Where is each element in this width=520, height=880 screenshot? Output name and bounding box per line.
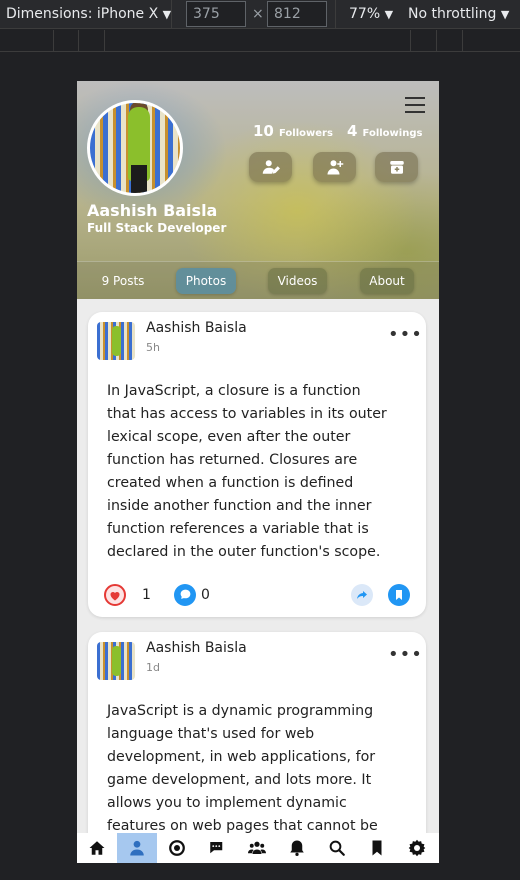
home-icon	[89, 841, 105, 855]
post-line: language that's used for web	[107, 726, 315, 742]
bookmark-icon[interactable]	[388, 584, 410, 606]
width-input[interactable]: 375	[186, 1, 246, 27]
post-line: game development, and lots more. It	[107, 772, 372, 788]
post-author[interactable]: Aashish Baisla	[146, 320, 247, 336]
tab-posts[interactable]: 9 Posts	[97, 268, 149, 294]
post-line: features on web pages that cannot be	[107, 818, 378, 833]
followers-stat[interactable]: 10 Followers	[253, 121, 333, 140]
like-count: 1	[142, 587, 151, 603]
avatar[interactable]	[87, 100, 183, 196]
chevron-down-icon: ▼	[500, 8, 510, 21]
tab-videos[interactable]: Videos	[268, 268, 327, 294]
user-icon	[130, 840, 144, 856]
post-time: 5h	[146, 341, 160, 354]
post-line: In JavaScript, a closure is a function	[107, 383, 361, 399]
throttle-label: No throttling	[408, 6, 497, 22]
explore-icon	[169, 840, 185, 856]
user-plus-icon	[327, 160, 343, 175]
post-actions: 1 0	[104, 584, 410, 608]
archive-icon	[389, 161, 404, 174]
post-feed[interactable]: Aashish Baisla 5h ••• In JavaScript, a c…	[77, 299, 439, 833]
post-avatar[interactable]	[97, 642, 135, 680]
followings-count: 4	[347, 122, 358, 140]
nav-profile[interactable]	[117, 833, 157, 863]
comment-count: 0	[201, 587, 210, 603]
archive-button[interactable]	[375, 152, 418, 182]
tab-photos[interactable]: Photos	[176, 268, 236, 294]
tab-about[interactable]: About	[360, 268, 414, 294]
post-body: In JavaScript, a closure is a function t…	[107, 380, 415, 564]
bell-icon	[290, 840, 304, 857]
profile-role: Full Stack Developer	[87, 221, 227, 235]
bottom-nav	[77, 833, 439, 863]
post-line: development, in web applications, for	[107, 749, 376, 765]
bookmark-icon	[372, 840, 382, 856]
height-input[interactable]: 812	[267, 1, 327, 27]
nav-groups[interactable]	[237, 833, 277, 863]
post-line: allows you to implement dynamic	[107, 795, 347, 811]
post-line: declared in the outer function's scope.	[107, 544, 381, 560]
post-line: function has returned. Closures are	[107, 452, 358, 468]
nav-settings[interactable]	[397, 833, 437, 863]
nav-home[interactable]	[77, 833, 117, 863]
post-time: 1d	[146, 661, 160, 674]
chat-icon	[210, 842, 223, 854]
post-line: function references a variable that is	[107, 521, 369, 537]
devtools-toolbar: Dimensions: iPhone X ▼ 375 × 812 77% ▼ N…	[0, 0, 520, 29]
followings-label: Followings	[362, 128, 423, 139]
device-label: Dimensions: iPhone X	[6, 6, 159, 22]
chevron-down-icon: ▼	[162, 8, 172, 21]
followings-stat[interactable]: 4 Followings	[347, 121, 422, 140]
more-options-icon[interactable]: •••	[388, 644, 423, 665]
post-line: that has access to variables in its oute…	[107, 406, 387, 422]
followers-count: 10	[253, 122, 274, 140]
post-card: Aashish Baisla 5h ••• In JavaScript, a c…	[88, 312, 426, 617]
zoom-select[interactable]: 77% ▼	[349, 0, 393, 29]
nav-notifications[interactable]	[277, 833, 317, 863]
user-edit-icon	[262, 160, 280, 174]
add-friend-button[interactable]	[313, 152, 356, 182]
nav-explore[interactable]	[157, 833, 197, 863]
post-card: Aashish Baisla 1d ••• JavaScript is a dy…	[88, 632, 426, 833]
times-sign: ×	[252, 6, 264, 22]
chevron-down-icon: ▼	[384, 8, 394, 21]
nav-messages[interactable]	[197, 833, 237, 863]
post-author[interactable]: Aashish Baisla	[146, 640, 247, 656]
post-line: created when a function is defined	[107, 475, 354, 491]
post-body: JavaScript is a dynamic programming lang…	[107, 700, 415, 833]
device-select[interactable]: Dimensions: iPhone X ▼	[6, 0, 171, 29]
search-icon	[329, 840, 345, 856]
post-line: inside another function and the inner	[107, 498, 372, 514]
more-options-icon[interactable]: •••	[388, 324, 423, 345]
settings-icon	[408, 839, 426, 857]
group-icon	[248, 841, 266, 854]
throttle-select[interactable]: No throttling ▼	[408, 0, 509, 29]
profile-name: Aashish Baisla	[87, 201, 218, 220]
share-icon[interactable]	[351, 584, 373, 606]
followers-label: Followers	[278, 128, 333, 139]
edit-profile-button[interactable]	[249, 152, 292, 182]
post-line: JavaScript is a dynamic programming	[107, 703, 374, 719]
phone-viewport: Aashish Baisla Full Stack Developer 10 F…	[77, 81, 439, 863]
media-query-bar	[0, 30, 520, 52]
post-line: lexical scope, even after the outer	[107, 429, 351, 445]
heart-icon[interactable]	[104, 584, 126, 606]
post-avatar[interactable]	[97, 322, 135, 360]
profile-header: Aashish Baisla Full Stack Developer 10 F…	[77, 81, 439, 299]
nav-saved[interactable]	[357, 833, 397, 863]
menu-icon[interactable]	[405, 97, 425, 113]
nav-search[interactable]	[317, 833, 357, 863]
zoom-label: 77%	[349, 6, 381, 22]
comment-icon[interactable]	[174, 584, 196, 606]
